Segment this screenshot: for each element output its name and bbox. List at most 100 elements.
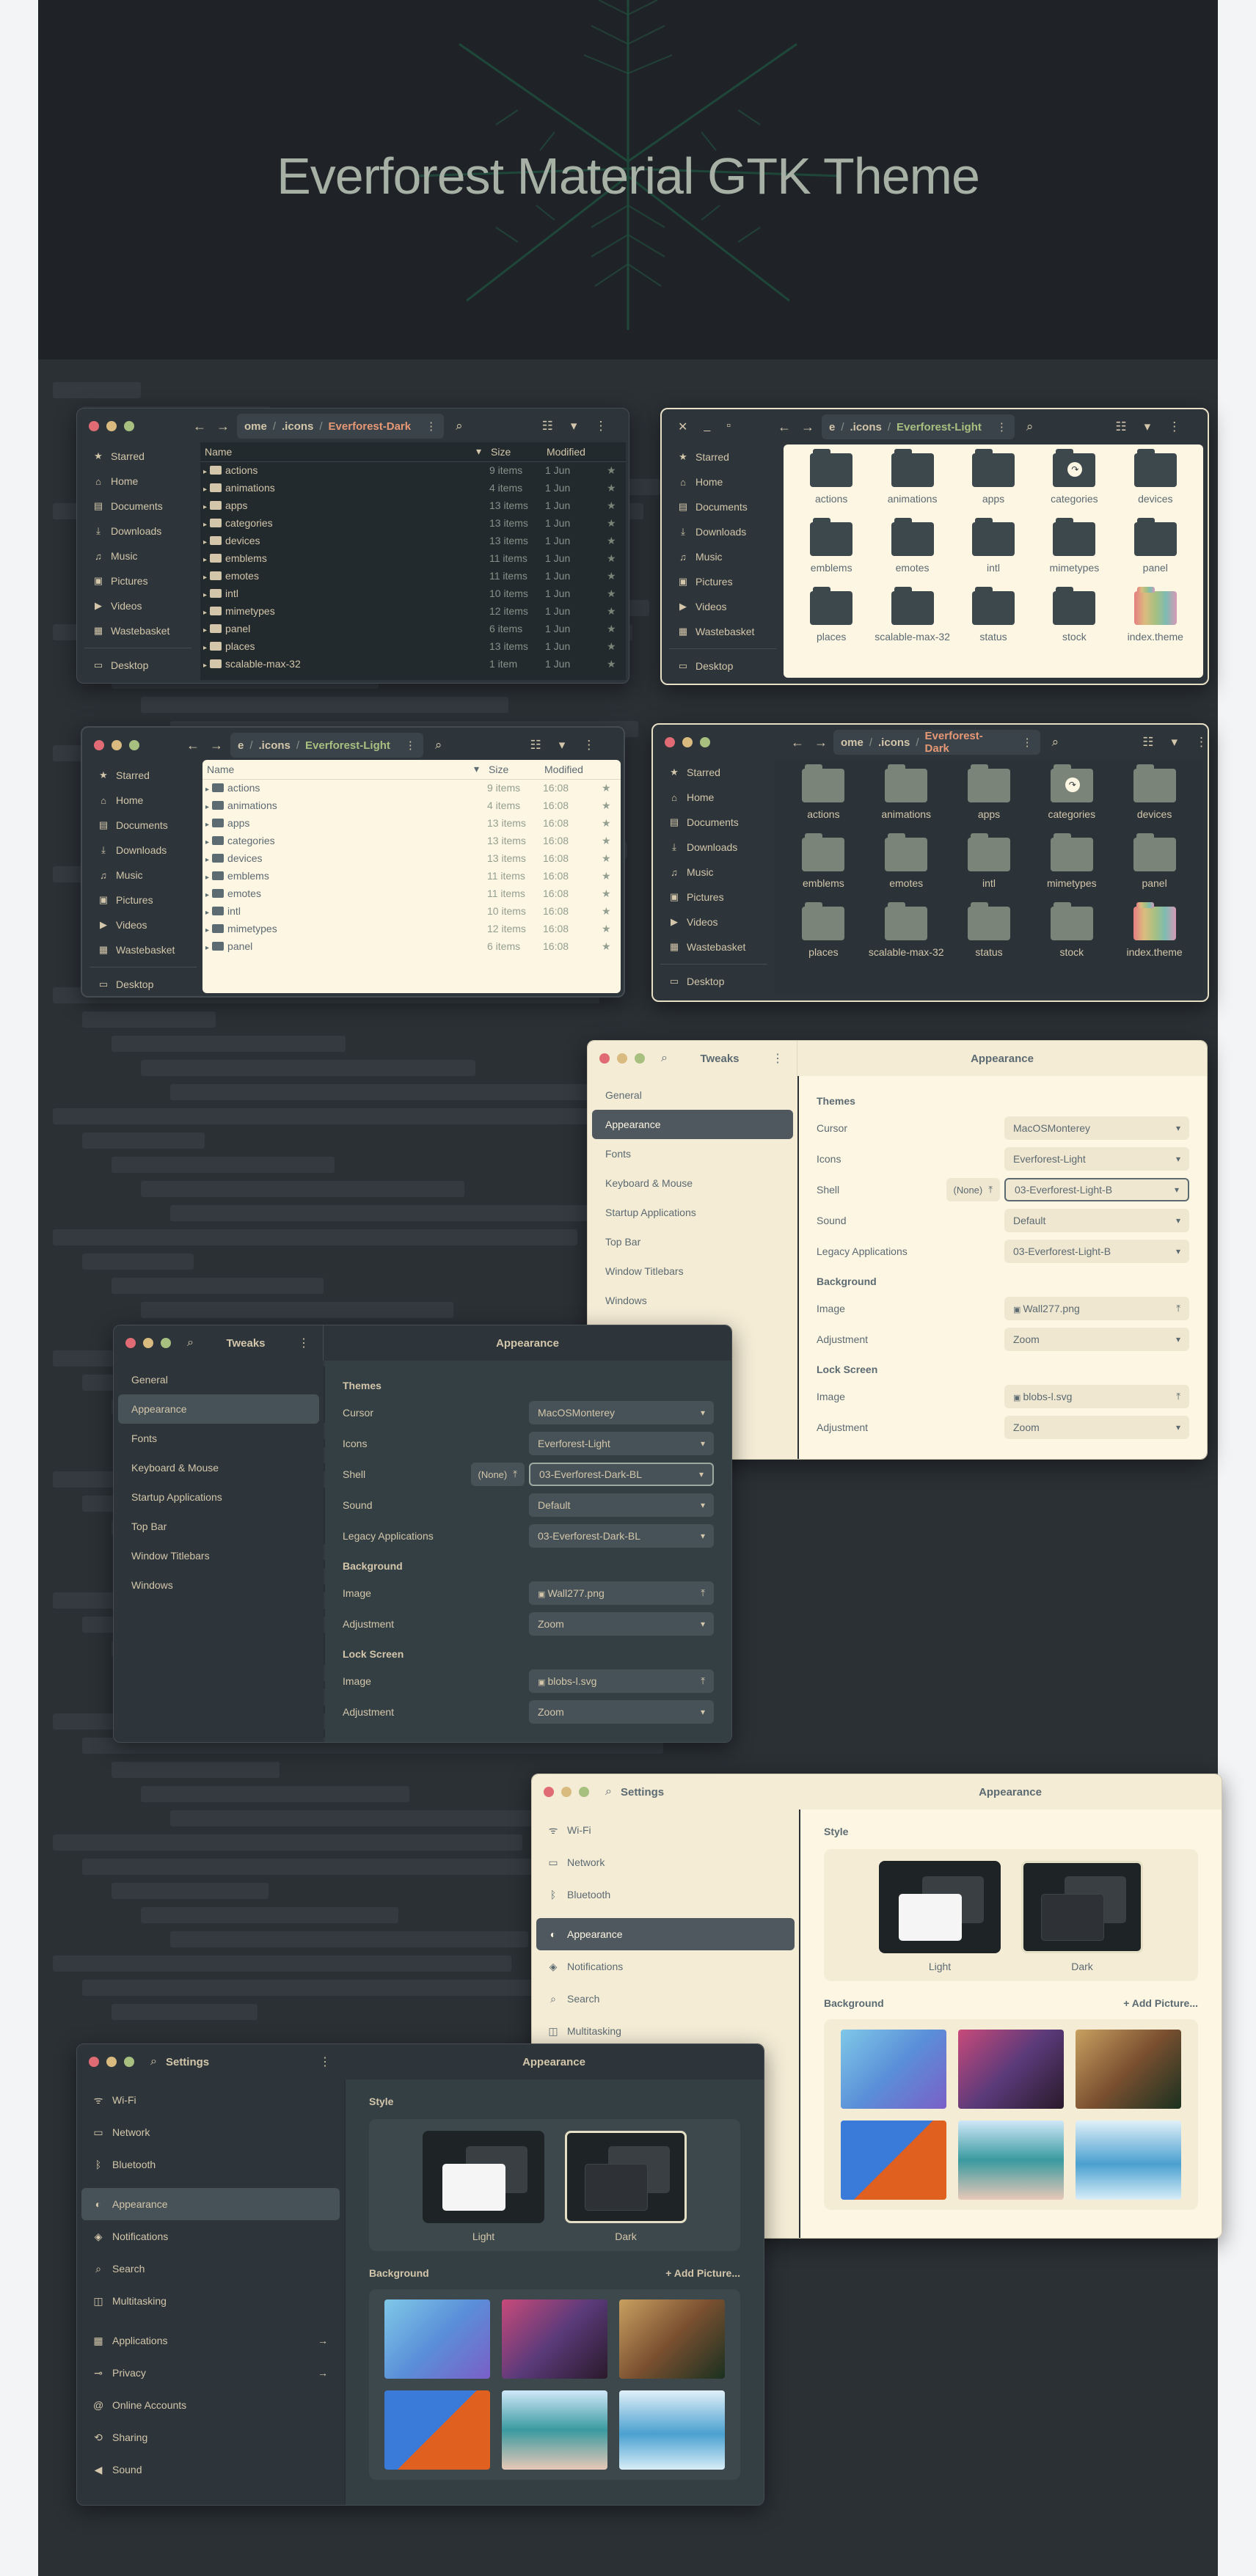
expander-icon[interactable]: ▸ [205,926,209,934]
crumb-menu-icon[interactable]: ⋮ [426,420,437,433]
expander-icon[interactable]: ▸ [203,521,207,529]
sidebar-item-wastebasket[interactable]: ▦ Wastebasket [662,619,784,644]
crumb-current[interactable]: Everforest-Light [897,421,982,433]
grid-item[interactable]: emblems [782,833,865,907]
breadcrumb[interactable]: e / .icons / Everforest-Light ⋮ [821,414,1015,439]
sidebar-item-videos[interactable]: ▶ Videos [82,912,204,937]
grid-item[interactable]: mimetypes [1034,518,1114,591]
menu-icon[interactable]: ⋮ [298,1336,310,1350]
sidebar-item-window-titlebars[interactable]: Window Titlebars [118,1541,319,1570]
sidebar-item-notifications[interactable]: ◈ Notifications [81,2220,340,2253]
sidebar-item-keyboard-mouse[interactable]: Keyboard & Mouse [118,1453,319,1482]
sidebar-item-pictures[interactable]: ▣ Pictures [653,885,775,910]
grid-item[interactable]: emotes [865,833,948,907]
sort-icon[interactable]: ▾ [470,760,484,780]
wallpaper-thumbnail[interactable] [1076,2030,1181,2109]
col-name[interactable]: Name [200,442,472,462]
minimize-icon[interactable]: _ [704,420,710,434]
sidebar-item-home[interactable]: ⌂ Home [662,469,784,494]
minimize-button[interactable] [561,1787,572,1797]
add-picture-button[interactable]: + Add Picture... [665,2267,740,2279]
expander-icon[interactable]: ▸ [205,838,209,846]
expander-icon[interactable]: ▸ [203,574,207,582]
sidebar-item-desktop[interactable]: ▭ Desktop [653,969,775,994]
sidebar-item-desktop[interactable]: ▭ Desktop [82,972,204,996]
wallpaper-thumbnail[interactable] [502,2299,607,2379]
crumb-icons[interactable]: .icons [878,736,910,749]
minimize-button[interactable] [682,737,693,747]
sidebar-item-wastebasket[interactable]: ▦ Wastebasket [82,937,204,962]
sidebar-item-documents[interactable]: ▤ Documents [653,810,775,835]
close-button[interactable] [89,421,99,431]
star-icon[interactable]: ★ [604,514,626,532]
maximize-button[interactable] [129,740,139,750]
sidebar-item-pictures[interactable]: ▣ Pictures [662,569,784,594]
maximize-button[interactable] [635,1053,645,1064]
expander-icon[interactable]: ▸ [203,644,207,652]
sidebar-item-fonts[interactable]: Fonts [592,1139,793,1168]
sidebar-item-desktop[interactable]: ▭ Desktop [77,653,199,678]
sidebar-item-window-titlebars[interactable]: Window Titlebars [592,1256,793,1286]
sidebar-item-online-accounts[interactable]: @ Online Accounts [81,2389,340,2421]
crumb-icons[interactable]: .icons [259,739,291,752]
table-row[interactable]: ▸ emotes 11 items 16:08 ★ [202,885,621,902]
light-preview[interactable] [879,1861,1001,1953]
grid-item[interactable]: mimetypes [1030,833,1113,907]
sidebar-item-wi-fi[interactable]: ᯤ Wi-Fi [81,2084,340,2116]
table-row[interactable]: ▸ categories 13 items 16:08 ★ [202,832,621,849]
view-toggle-icon[interactable]: ☷ [530,738,541,753]
wallpaper-thumbnail[interactable] [841,2030,946,2109]
table-row[interactable]: ▸ devices 13 items 1 Jun ★ [200,532,626,549]
sidebar-item-network[interactable]: ▭ Network [81,2116,340,2148]
lk_image-dropdown[interactable]: ▣ blobs-l.svg [1004,1385,1189,1408]
menu-icon[interactable]: ⋮ [583,738,595,753]
star-icon[interactable]: ★ [599,937,621,955]
dark-preview[interactable] [565,2131,687,2223]
menu-icon[interactable]: ⋮ [772,1051,784,1066]
search-icon[interactable]: ⌕ [456,419,463,433]
expander-icon[interactable]: ▸ [203,591,207,599]
breadcrumb[interactable]: ome / .icons / Everforest-Dark ⋮ [833,730,1040,755]
star-icon[interactable]: ★ [599,779,621,797]
sidebar-item-general[interactable]: General [118,1365,319,1394]
sidebar-item-startup-applications[interactable]: Startup Applications [592,1198,793,1227]
search-icon[interactable]: ⌕ [605,1785,612,1799]
sidebar-item-starred[interactable]: ★ Starred [77,444,199,469]
sidebar-item-notifications[interactable]: ◈ Notifications [536,1950,795,1983]
sidebar-item-videos[interactable]: ▶ Videos [662,594,784,619]
star-icon[interactable]: ★ [604,532,626,549]
sidebar-item-documents[interactable]: ▤ Documents [77,494,199,519]
star-icon[interactable]: ★ [599,849,621,867]
sidebar-item-windows[interactable]: Windows [592,1286,793,1315]
forward-icon[interactable]: → [814,735,828,750]
grid-item[interactable]: apps [948,764,1031,838]
table-row[interactable]: ▸ places 13 items 1 Jun ★ [200,637,626,655]
crumb-home[interactable]: ome [841,736,864,749]
sidebar-item-music[interactable]: ♫ Music [653,860,775,885]
style-option-dark[interactable]: Dark [1021,1861,1143,1972]
sidebar-item-home[interactable]: ⌂ Home [82,788,204,813]
grid-item[interactable]: panel [1113,833,1196,907]
crumb-home[interactable]: e [829,421,835,433]
sidebar-item-appearance[interactable]: Appearance [118,1394,319,1424]
table-row[interactable]: ▸ emblems 11 items 1 Jun ★ [200,549,626,567]
maximize-button[interactable] [700,737,710,747]
col-modified[interactable]: Modified [540,760,599,780]
star-icon[interactable]: ★ [599,920,621,937]
sidebar-item-downloads[interactable]: ⤓ Downloads [662,519,784,544]
minimize-button[interactable] [617,1053,627,1064]
grid-item[interactable]: stock [1030,902,1113,976]
grid-item[interactable]: index.theme [1113,902,1196,976]
style-option-light[interactable]: Light [423,2131,544,2242]
forward-icon[interactable]: → [216,419,230,434]
star-icon[interactable]: ★ [599,797,621,814]
star-icon[interactable]: ★ [599,814,621,832]
shell-dropdown[interactable]: 03-Everforest-Dark-BL [529,1463,714,1486]
table-row[interactable]: ▸ intl 10 items 16:08 ★ [202,902,621,920]
table-row[interactable]: ▸ categories 13 items 1 Jun ★ [200,514,626,532]
col-size[interactable]: Size [486,442,542,462]
grid-item[interactable]: actions [782,764,865,838]
maximize-icon[interactable]: ▫ [726,420,731,434]
icons-dropdown[interactable]: Everforest-Light [529,1432,714,1455]
crumb-icons[interactable]: .icons [282,420,313,433]
